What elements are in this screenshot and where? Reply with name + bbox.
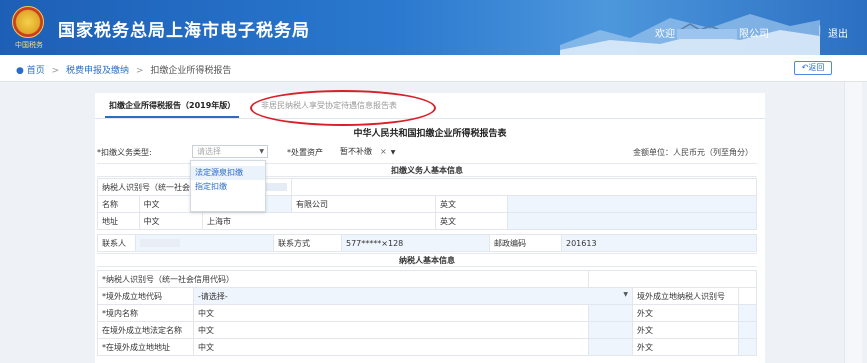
taxpayer-id-input[interactable] <box>587 270 758 288</box>
addr-cn-value[interactable]: 上海市 <box>202 212 436 230</box>
back-label: 返回 <box>808 63 825 72</box>
domestic-name-cn-label: 中文 <box>193 304 589 322</box>
breadcrumb-sep-icon: > <box>135 66 144 76</box>
foreign-addr-cn-label: 中文 <box>193 338 589 356</box>
chevron-down-icon: ▼ <box>390 149 396 156</box>
chevron-down-icon: ▼ <box>623 290 629 298</box>
dropdown-option-designated[interactable]: 指定扣缴 <box>191 180 265 194</box>
postcode-value[interactable]: 201613 <box>561 234 757 252</box>
name-en-label: 英文 <box>435 195 508 213</box>
chevron-down-icon: ▼ <box>259 148 264 155</box>
foreign-addr-foreign-input[interactable] <box>738 338 757 356</box>
header-separator: | <box>818 25 822 36</box>
obligation-type-select[interactable]: 请选择 ▼ <box>192 145 268 158</box>
asset-select[interactable]: 暂不补缴 × ▼ <box>340 146 395 157</box>
country-code-select[interactable]: -请选择- ▼ <box>192 287 634 305</box>
welcome-text: 欢迎 <box>655 29 675 40</box>
taxpayer-table: *纳税人识别号（统一社会信用代码） *境外成立地代码 -请选择- ▼ 境外成立地纳… <box>97 270 758 356</box>
breadcrumb-bar: ● 首页 > 税费申报及缴纳 > 扣缴企业所得税报告 ↶返回 <box>0 55 867 82</box>
foreign-addr-cn-input[interactable] <box>587 338 634 356</box>
name-label: 名称 <box>97 195 140 213</box>
contact-input[interactable] <box>135 234 274 252</box>
taxpayer-section-heading: 纳税人基本信息 <box>97 253 757 267</box>
clear-icon[interactable]: × <box>380 147 387 156</box>
withholder-id-label: 纳税人识别号（统一社会信 <box>97 178 203 196</box>
contact-table: 联系人 联系方式 577*****×128 邮政编码 201613 <box>97 234 757 252</box>
red-annotation-circle <box>250 90 436 126</box>
phone-value[interactable]: 577*****×128 <box>341 234 490 252</box>
foreign-id-input[interactable] <box>738 287 757 305</box>
addr-en-input[interactable] <box>507 212 757 230</box>
form-title: 中华人民共和国扣缴企业所得税报告表 <box>353 129 507 139</box>
asset-label: *处置资产 <box>287 148 323 157</box>
country-code-label: *境外成立地代码 <box>97 287 194 305</box>
logout-button[interactable]: 退出 <box>828 25 848 40</box>
foreign-name-foreign-input[interactable] <box>738 321 757 339</box>
masked-company-name <box>677 29 737 39</box>
breadcrumb-home[interactable]: 首页 <box>27 66 45 76</box>
obligation-placeholder: 请选择 <box>197 147 221 156</box>
foreign-addr-label: *在境外成立地地址 <box>97 338 194 356</box>
addr-label: 地址 <box>97 212 140 230</box>
addr-cn-label: 中文 <box>138 212 204 230</box>
asset-value: 暂不补缴 <box>340 147 372 156</box>
postcode-label: 邮政编码 <box>489 234 562 252</box>
masked-value <box>140 239 180 247</box>
tax-emblem-icon <box>12 6 44 38</box>
breadcrumb-level1[interactable]: 税费申报及缴纳 <box>66 66 129 76</box>
user-area[interactable]: 欢迎 限公司 <box>655 25 769 40</box>
domestic-name-foreign-label: 外文 <box>632 304 740 322</box>
contact-label: 联系人 <box>97 234 136 252</box>
name-en-input[interactable] <box>507 195 757 213</box>
name-cn-value[interactable]: 有限公司 <box>291 195 436 213</box>
form-panel: 扣缴企业所得税报告（2019年版） 非居民纳税人享受协定待遇信息报告表 中华人民… <box>95 93 765 363</box>
foreign-name-foreign-label: 外文 <box>632 321 740 339</box>
empty-cell <box>291 178 757 196</box>
back-button[interactable]: ↶返回 <box>794 61 832 75</box>
tab-withholding-report[interactable]: 扣缴企业所得税报告（2019年版） <box>104 100 240 118</box>
foreign-name-cn-input[interactable] <box>587 321 634 339</box>
breadcrumb: ● 首页 > 税费申报及缴纳 > 扣缴企业所得税报告 <box>16 63 231 76</box>
site-title: 国家税务总局上海市电子税务局 <box>58 21 310 41</box>
foreign-name-label: 在境外成立地法定名称 <box>97 321 194 339</box>
breadcrumb-current: 扣缴企业所得税报告 <box>150 66 232 76</box>
taxpayer-id-label: *纳税人识别号（统一社会信用代码） <box>97 270 589 288</box>
obligation-type-label: *扣缴义务类型: <box>97 148 152 157</box>
foreign-name-cn-label: 中文 <box>193 321 589 339</box>
foreign-addr-foreign-label: 外文 <box>632 338 740 356</box>
taxpayer-id-text: *纳税人识别号（统一社会信用代码） <box>102 274 234 284</box>
phone-label: 联系方式 <box>273 234 342 252</box>
addr-en-label: 英文 <box>435 212 508 230</box>
location-pin-icon: ● <box>16 66 24 76</box>
country-placeholder: -请选择- <box>198 291 228 301</box>
form-top-row: *扣缴义务类型: 请选择 ▼ *处置资产 暂不补缴 × ▼ 金额单位：人民币元（列至… <box>97 145 763 159</box>
domestic-name-foreign-input[interactable] <box>738 304 757 322</box>
dropdown-option-statutory[interactable]: 法定源泉扣缴 <box>191 166 265 180</box>
amount-unit: 金额单位：人民币元（列至角分） <box>633 148 753 157</box>
top-header: 中国税务 国家税务总局上海市电子税务局 欢迎 限公司 | 退出 <box>0 0 867 55</box>
emblem-caption: 中国税务 <box>15 41 43 49</box>
foreign-id-label: 境外成立地纳税人识别号 <box>632 287 740 305</box>
side-scrollbar[interactable] <box>844 82 862 363</box>
domestic-name-label: *境内名称 <box>97 304 194 322</box>
obligation-type-dropdown: 法定源泉扣缴 指定扣缴 <box>190 160 266 212</box>
company-suffix: 限公司 <box>739 29 769 40</box>
domestic-name-cn-input[interactable] <box>587 304 634 322</box>
breadcrumb-sep-icon: > <box>51 66 60 76</box>
